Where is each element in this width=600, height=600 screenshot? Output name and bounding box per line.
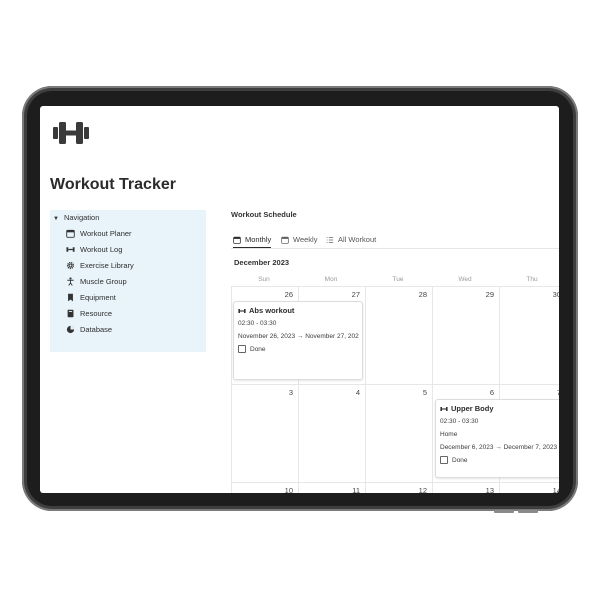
grid-line: [231, 482, 559, 483]
event-title-row: Upper Body: [440, 404, 494, 413]
weekday-label: Mon: [324, 276, 338, 283]
grid-line: [231, 286, 559, 287]
day-number: 7: [556, 388, 559, 397]
event-dates: December 6, 2023 → December 7, 2023: [440, 444, 558, 451]
done-label: Done: [452, 456, 468, 464]
tab-label: All Workout: [338, 235, 377, 244]
day-number: 5: [422, 388, 427, 397]
navigation-toggle[interactable]: ▼ Navigation: [53, 213, 99, 222]
calendar-icon: [66, 229, 75, 238]
tab-monthly[interactable]: Monthly: [233, 232, 272, 248]
calendar-icon: [233, 236, 241, 244]
nav-item-label: Equipment: [80, 292, 116, 302]
tablet-side-button: [518, 510, 538, 513]
navigation-panel: ▼ Navigation Workout Planer Workout Log E…: [50, 210, 206, 352]
tab-all-workout[interactable]: All Workout: [326, 232, 376, 247]
done-label: Done: [250, 345, 266, 353]
nav-item-label: Resource: [80, 308, 113, 318]
dumbbell-icon: [66, 246, 75, 252]
nav-item-label: Workout Log: [80, 244, 123, 254]
book-icon: [67, 309, 74, 317]
checkbox-icon: [238, 345, 246, 353]
nav-item-resource[interactable]: Resource: [66, 307, 112, 319]
tab-weekly[interactable]: Weekly: [281, 232, 317, 247]
event-title: Upper Body: [451, 404, 494, 413]
dumbbell-icon: [440, 406, 448, 411]
grid-line: [231, 384, 559, 385]
nav-item-workout-log[interactable]: Workout Log: [66, 243, 122, 255]
gear-icon: [66, 261, 75, 269]
view-tabs: Monthly Weekly All Workout: [231, 232, 559, 249]
day-number: 12: [418, 486, 427, 493]
day-number: 6: [489, 388, 494, 397]
day-number: 4: [355, 388, 360, 397]
event-card-upper-body[interactable]: Upper Body 02:30 - 03:30 Home December 6…: [435, 399, 559, 478]
nav-item-label: Database: [80, 324, 113, 334]
page-title: Workout Tracker: [50, 176, 176, 193]
nav-item-label: Exercise Library: [80, 260, 134, 270]
day-number: 30: [552, 290, 559, 299]
event-done-checkbox[interactable]: Done: [238, 345, 266, 353]
day-number: 13: [485, 486, 494, 493]
person-icon: [67, 276, 74, 286]
day-number: 11: [352, 486, 360, 493]
calendar-icon: [281, 236, 289, 244]
weekday-label: Wed: [458, 276, 472, 283]
triangle-down-icon: ▼: [53, 216, 59, 222]
nav-item-database[interactable]: Database: [66, 323, 112, 335]
day-number: 27: [351, 290, 360, 299]
current-month: December 2023: [234, 258, 290, 267]
list-icon: [326, 236, 334, 243]
weekday-label: Thu: [526, 276, 538, 283]
weekday-label: Sun: [258, 276, 270, 283]
nav-item-equipment[interactable]: Equipment: [66, 291, 116, 303]
event-card-abs-workout[interactable]: Abs workout 02:30 - 03:30 November 26, 2…: [233, 301, 363, 380]
app-screen: Workout Tracker ▼ Navigation Workout Plan…: [40, 106, 559, 493]
dumbbell-icon: [238, 308, 246, 313]
event-done-checkbox[interactable]: Done: [440, 456, 468, 464]
event-title-row: Abs workout: [238, 306, 294, 315]
schedule-title: Workout Schedule: [231, 210, 297, 219]
tablet-side-button: [494, 510, 514, 513]
tab-label: Monthly: [245, 235, 272, 244]
nav-item-exercise-library[interactable]: Exercise Library: [66, 259, 134, 271]
nav-item-label: Muscle Group: [80, 276, 127, 286]
bookmark-icon: [68, 293, 73, 301]
event-title: Abs workout: [249, 306, 295, 315]
checkbox-icon: [440, 456, 448, 464]
day-number: 3: [288, 388, 293, 397]
day-number: 26: [284, 290, 293, 299]
weekday-label: Tue: [392, 276, 404, 283]
event-time: 02:30 - 03:30: [238, 320, 277, 327]
event-time: 02:30 - 03:30: [440, 418, 479, 425]
nav-item-workout-planer[interactable]: Workout Planer: [66, 227, 132, 239]
navigation-heading: Navigation: [63, 213, 100, 222]
day-number: 29: [485, 290, 494, 299]
dumbbell-icon: [53, 122, 89, 144]
event-dates: November 26, 2023 → November 27, 202: [238, 333, 359, 340]
tab-label: Weekly: [293, 235, 318, 244]
nav-item-muscle-group[interactable]: Muscle Group: [66, 275, 127, 287]
day-number: 28: [418, 290, 427, 299]
pie-chart-icon: [66, 325, 75, 333]
event-location: Home: [440, 431, 458, 438]
day-number: 10: [284, 486, 293, 493]
day-number: 14: [552, 486, 559, 493]
nav-item-label: Workout Planer: [80, 228, 132, 238]
